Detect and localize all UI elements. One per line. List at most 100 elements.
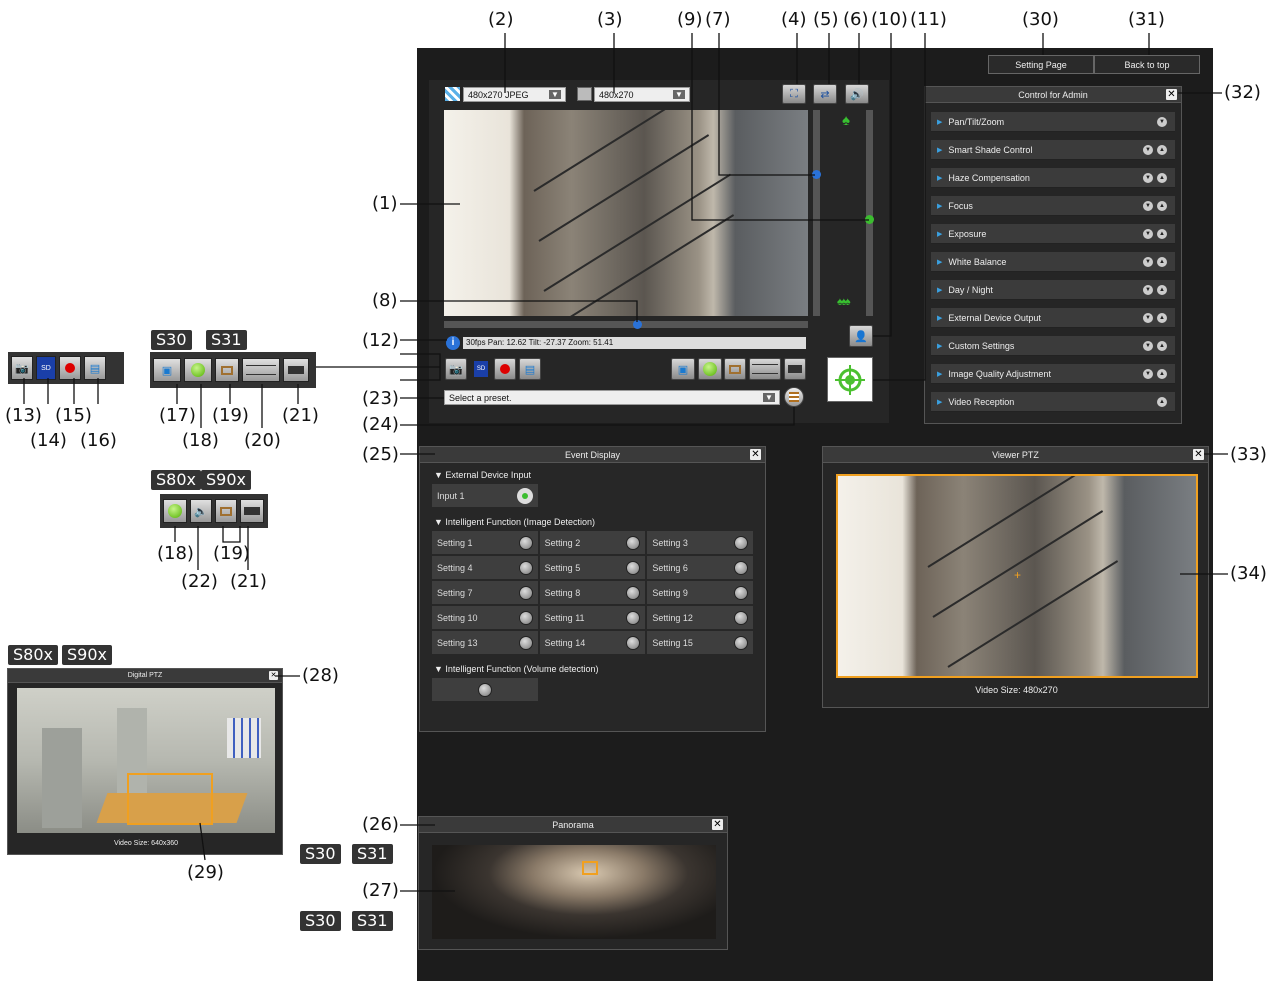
detection-setting: Setting 3 (647, 531, 754, 554)
preset-tour-button[interactable] (784, 387, 804, 407)
move-up-icon[interactable]: ▲ (1157, 369, 1167, 379)
video-format-select[interactable]: 480x270 JPEG ▼ (463, 87, 566, 102)
display-screen-button[interactable]: ▣ (153, 358, 181, 382)
back-to-top-link[interactable]: Back to top (1094, 55, 1200, 74)
admin-item-video-reception[interactable]: ▶ Video Reception ▲ (931, 392, 1175, 412)
preset-select[interactable]: Select a preset. ▼ (444, 390, 780, 405)
move-down-icon[interactable]: ▼ (1143, 229, 1153, 239)
viewer-ptz-image[interactable]: + (836, 474, 1198, 678)
admin-item-custom-settings[interactable]: ▶ Custom Settings ▼ ▲ (931, 336, 1175, 356)
keyboard-button[interactable] (240, 499, 264, 523)
move-up-icon[interactable]: ▲ (1157, 201, 1167, 211)
move-up-icon[interactable]: ▲ (1157, 229, 1167, 239)
close-icon[interactable]: ✕ (712, 819, 723, 830)
preset-placeholder: Select a preset. (449, 392, 512, 403)
move-up-icon[interactable]: ▲ (1157, 397, 1167, 407)
move-up-icon[interactable]: ▲ (1157, 257, 1167, 267)
setting-page-link[interactable]: Setting Page (988, 55, 1094, 74)
move-down-icon[interactable]: ▼ (1143, 201, 1153, 211)
admin-item-smart-shade[interactable]: ▶ Smart Shade Control ▼ ▲ (931, 140, 1175, 160)
admin-item-white-balance[interactable]: ▶ White Balance ▼ ▲ (931, 252, 1175, 272)
admin-item-haze[interactable]: ▶ Haze Compensation ▼ ▲ (931, 168, 1175, 188)
admin-item-day-night[interactable]: ▶ Day / Night ▼ ▲ (931, 280, 1175, 300)
admin-item-image-quality[interactable]: ▶ Image Quality Adjustment ▼ ▲ (931, 364, 1175, 384)
record-button[interactable] (59, 356, 81, 380)
green-status-button[interactable] (184, 358, 212, 382)
admin-item-label: White Balance (948, 256, 1007, 267)
pan-slider-handle[interactable] (633, 320, 642, 329)
sd-card-icon[interactable]: SD (474, 361, 488, 377)
move-down-icon[interactable]: ▼ (1157, 117, 1167, 127)
tilt-slider-handle[interactable] (812, 170, 821, 179)
video-format-icon (445, 87, 460, 101)
admin-item-external-output[interactable]: ▶ External Device Output ▼ ▲ (931, 308, 1175, 328)
setting-label: Setting 13 (437, 637, 478, 648)
move-up-icon[interactable]: ▲ (1157, 341, 1167, 351)
switch-button[interactable]: ⇄ (813, 84, 837, 104)
admin-item-label: Focus (948, 200, 973, 211)
split-view-button[interactable] (749, 358, 781, 380)
move-down-icon[interactable]: ▼ (1143, 173, 1153, 183)
admin-item-focus[interactable]: ▶ Focus ▼ ▲ (931, 196, 1175, 216)
close-icon[interactable]: ✕ (750, 449, 761, 460)
window-icon (729, 364, 741, 374)
move-down-icon[interactable]: ▼ (1143, 145, 1153, 155)
callout-4: (4) (781, 9, 807, 30)
video-size-select[interactable]: 480x270 ▼ (594, 87, 690, 102)
snapshot-button[interactable]: 📷 (445, 358, 467, 380)
event-display-title: Event Display (564, 449, 621, 460)
tilt-slider-track[interactable] (813, 110, 820, 316)
admin-item-pan-tilt-zoom[interactable]: ▶ Pan/Tilt/Zoom ▼ (931, 112, 1175, 132)
zoom-slider-handle[interactable] (865, 215, 874, 224)
sd-card-button[interactable]: SD (36, 356, 56, 380)
callout-32: (32) (1224, 82, 1261, 103)
move-down-icon[interactable]: ▼ (1143, 369, 1153, 379)
move-up-icon[interactable]: ▲ (1157, 313, 1167, 323)
window-button[interactable] (215, 499, 237, 523)
move-down-icon[interactable]: ▼ (1143, 257, 1153, 267)
audio-transmit-button[interactable]: 🔈 (190, 499, 212, 523)
window-button[interactable] (724, 358, 746, 380)
fullscreen-button[interactable]: ⛶ (782, 84, 806, 104)
move-down-icon[interactable]: ▼ (1143, 313, 1153, 323)
green-status-button[interactable] (163, 499, 187, 523)
recorded-videos-button[interactable]: ▤ (519, 358, 541, 380)
digital-ptz-image[interactable] (17, 688, 275, 833)
close-icon[interactable]: ✕ (1193, 449, 1204, 460)
move-up-icon[interactable]: ▲ (1157, 173, 1167, 183)
callout-16: (16) (80, 430, 117, 451)
pan-slider-track[interactable] (444, 321, 808, 328)
move-up-icon[interactable]: ▲ (1157, 145, 1167, 155)
viewer-ptz-panel: Viewer PTZ ✕ + Video Size: 480x270 (822, 446, 1209, 708)
move-up-icon[interactable]: ▲ (1157, 285, 1167, 295)
model-tag: S31 (352, 911, 393, 931)
record-button[interactable] (494, 358, 516, 380)
image-detection-heading: ▼ Intelligent Function (Image Detection) (434, 517, 595, 527)
admin-item-exposure[interactable]: ▶ Exposure ▼ ▲ (931, 224, 1175, 244)
move-down-icon[interactable]: ▼ (1143, 285, 1153, 295)
zoom-slider-track[interactable] (866, 110, 873, 316)
close-icon[interactable]: ✕ (1166, 89, 1177, 100)
status-bar: 30fps Pan: 12.62 Tilt: -27.37 Zoom: 51.4… (463, 337, 806, 349)
chevron-down-icon: ▼ (549, 90, 561, 99)
panorama-image[interactable] (432, 845, 716, 939)
admin-item-label: Day / Night (948, 284, 993, 295)
split-view-button[interactable] (242, 358, 280, 382)
expand-arrow-icon: ▶ (937, 398, 943, 406)
setting-label: Setting 11 (544, 612, 585, 623)
click-to-center-button[interactable] (827, 357, 873, 402)
close-icon[interactable]: ✕ (269, 671, 278, 680)
recorded-videos-button[interactable]: ▤ (84, 356, 106, 380)
keyboard-button[interactable] (784, 358, 806, 380)
status-indicator-icon (626, 610, 641, 625)
panorama-panel: Panorama ✕ (418, 816, 728, 950)
display-screen-button[interactable]: ▣ (671, 358, 695, 380)
keyboard-button[interactable] (283, 358, 309, 382)
move-down-icon[interactable]: ▼ (1143, 341, 1153, 351)
green-status-button[interactable] (698, 358, 722, 380)
audio-button[interactable]: 🔊 (845, 84, 869, 104)
snapshot-button[interactable]: 📷 (11, 356, 33, 380)
window-button[interactable] (215, 358, 239, 382)
backlight-button[interactable]: 👤 (849, 325, 873, 347)
video-display[interactable] (444, 110, 808, 316)
